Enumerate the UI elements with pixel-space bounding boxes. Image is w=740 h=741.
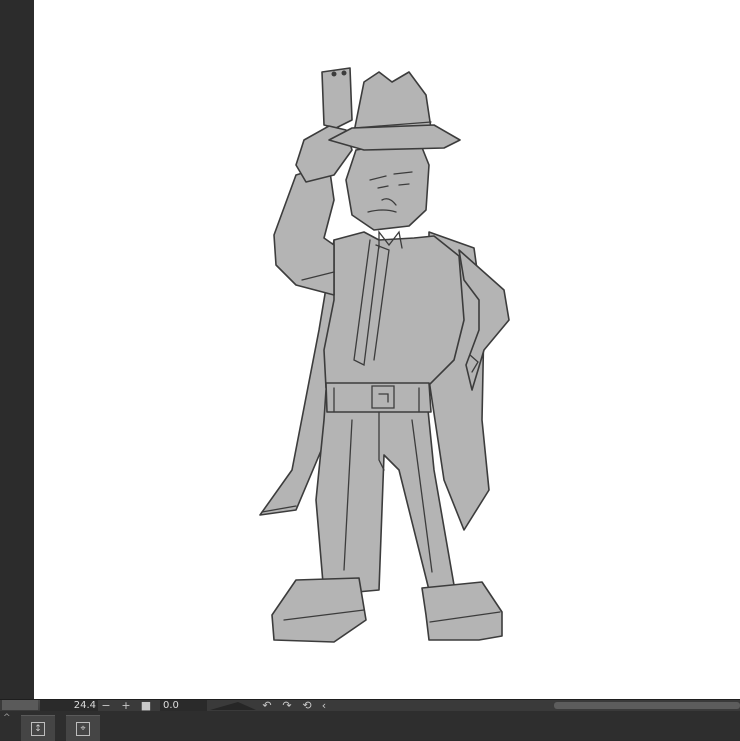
- reset-rotation-icon[interactable]: ⟲: [301, 700, 313, 711]
- navigator-icon: ⌖: [76, 721, 90, 736]
- detective-sketch: [259, 67, 510, 643]
- chevron-up-icon[interactable]: ^: [3, 713, 11, 723]
- zoom-value[interactable]: 24.4: [40, 700, 98, 711]
- layer-order-icon: ↕: [31, 721, 45, 736]
- rotate-cw-icon[interactable]: ↷: [281, 700, 293, 711]
- scrollbar-thumb[interactable]: [554, 702, 740, 709]
- left-tool-panel: [0, 0, 34, 699]
- chevron-left-icon[interactable]: ‹: [318, 700, 330, 711]
- bottom-panel: ^ ↕ ⌖: [0, 711, 740, 741]
- rotate-ccw-icon[interactable]: ↶: [261, 700, 273, 711]
- angle-value[interactable]: 0.0: [160, 700, 207, 711]
- rotation-slider[interactable]: [208, 700, 258, 711]
- minus-icon[interactable]: −: [100, 700, 112, 711]
- status-bar: 24.4 − + ■ 0.0 ↶ ↷ ⟲ ‹: [0, 699, 740, 711]
- layer-order-button[interactable]: ↕: [21, 715, 55, 741]
- horizontal-scrollbar[interactable]: [340, 700, 740, 711]
- drawing-canvas[interactable]: [34, 0, 740, 699]
- square-icon[interactable]: ■: [140, 700, 152, 711]
- navigator-button[interactable]: ⌖: [66, 715, 100, 741]
- plus-icon[interactable]: +: [120, 700, 132, 711]
